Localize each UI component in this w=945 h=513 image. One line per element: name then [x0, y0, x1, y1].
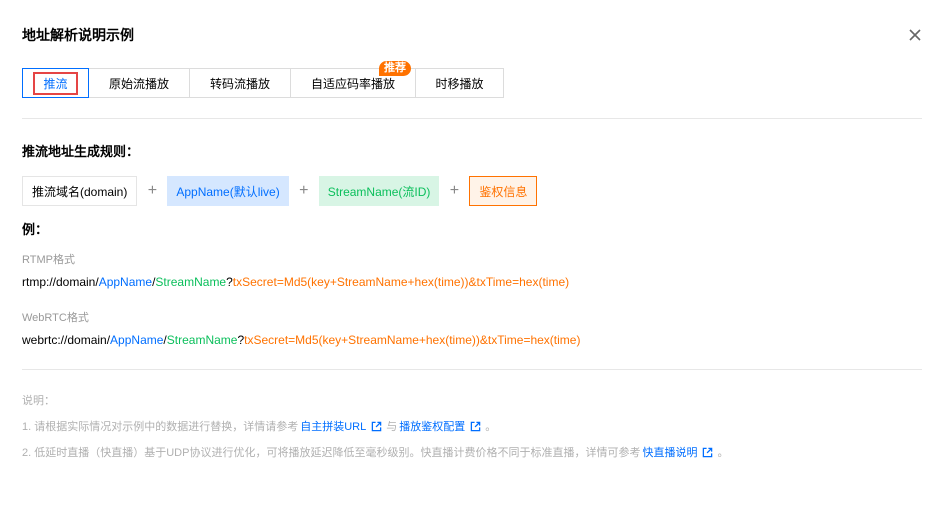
divider	[22, 369, 922, 370]
url-auth: txSecret=Md5(key+StreamName+hex(time))&t…	[232, 275, 570, 289]
divider	[22, 118, 922, 119]
close-icon	[909, 29, 921, 41]
note-line-2: 2. 低延时直播（快直播）基于UDP协议进行优化，可将播放延迟降低至毫秒级别。快…	[22, 444, 728, 460]
url-query-mark: ?	[226, 275, 233, 289]
tab-label: 时移播放	[435, 76, 484, 91]
rule-title: 推流地址生成规则：	[22, 144, 140, 159]
plus-sign: +	[449, 182, 460, 199]
webrtc-format-label: WebRTC格式	[22, 312, 89, 324]
recommend-badge: 推荐	[379, 61, 411, 76]
url-appname: AppName	[110, 333, 164, 347]
tab-push[interactable]: 推流	[22, 68, 89, 98]
webrtc-url: webrtc://domain/AppName/StreamName?txSec…	[22, 333, 580, 347]
url-streamname: StreamName	[166, 333, 238, 347]
note-text: 与	[386, 421, 398, 433]
external-link-icon	[470, 421, 481, 431]
note-text: 。	[485, 421, 497, 433]
note-text: 2. 低延时直播（快直播）基于UDP协议进行优化，可将播放延迟降低至毫秒级别。快…	[22, 447, 641, 459]
rule-streamname: StreamName(流ID)	[318, 176, 440, 206]
tab-original-playback[interactable]: 原始流播放	[88, 68, 190, 98]
rule-auth-info: 鉴权信息	[469, 176, 538, 206]
note-text: 1. 请根据实际情况对示例中的数据进行替换，详情请参考	[22, 421, 299, 433]
example-label: 例：	[22, 222, 49, 237]
fast-live-doc-link[interactable]: 快直播说明	[642, 444, 697, 460]
plus-sign: +	[299, 182, 309, 199]
tab-label: 推流	[33, 71, 78, 95]
tab-adaptive-bitrate-playback[interactable]: 自适应码率播放 推荐	[290, 61, 416, 98]
dialog-title: 地址解析说明示例	[22, 27, 134, 43]
note-text: 。	[717, 447, 729, 459]
url-prefix: rtmp://domain/	[22, 275, 99, 289]
rtmp-url: rtmp://domain/AppName/StreamName?txSecre…	[22, 275, 569, 289]
tab-label: 原始流播放	[108, 76, 169, 91]
rtmp-format-label: RTMP格式	[22, 254, 75, 266]
url-streamname: StreamName	[155, 275, 227, 289]
close-button[interactable]	[905, 25, 925, 45]
playback-auth-config-link[interactable]: 播放鉴权配置	[399, 418, 465, 434]
tab-timeshift-playback[interactable]: 时移播放	[415, 68, 504, 98]
external-link-icon	[371, 421, 382, 431]
external-link-icon	[703, 447, 713, 457]
url-auth: txSecret=Md5(key+StreamName+hex(time))&t…	[244, 333, 581, 347]
tab-bar: 推流 原始流播放 转码流播放 自适应码率播放 推荐 时移播放	[22, 61, 504, 98]
plus-sign: +	[147, 182, 158, 199]
notes-title: 说明：	[22, 395, 55, 407]
rule-row: 推流域名(domain) + AppName(默认live) + StreamN…	[22, 176, 538, 206]
note-line-1: 1. 请根据实际情况对示例中的数据进行替换，详情请参考 自主拼装URL 与 播放…	[22, 418, 496, 434]
tab-label: 自适应码率播放	[310, 76, 395, 91]
tab-label: 转码流播放	[209, 76, 270, 91]
url-prefix: webrtc://domain/	[22, 333, 111, 347]
rule-domain: 推流域名(domain)	[22, 176, 138, 206]
tab-transcode-playback[interactable]: 转码流播放	[189, 68, 291, 98]
url-appname: AppName	[98, 275, 153, 289]
rule-appname: AppName(默认live)	[167, 176, 289, 206]
custom-url-link[interactable]: 自主拼装URL	[300, 418, 366, 434]
